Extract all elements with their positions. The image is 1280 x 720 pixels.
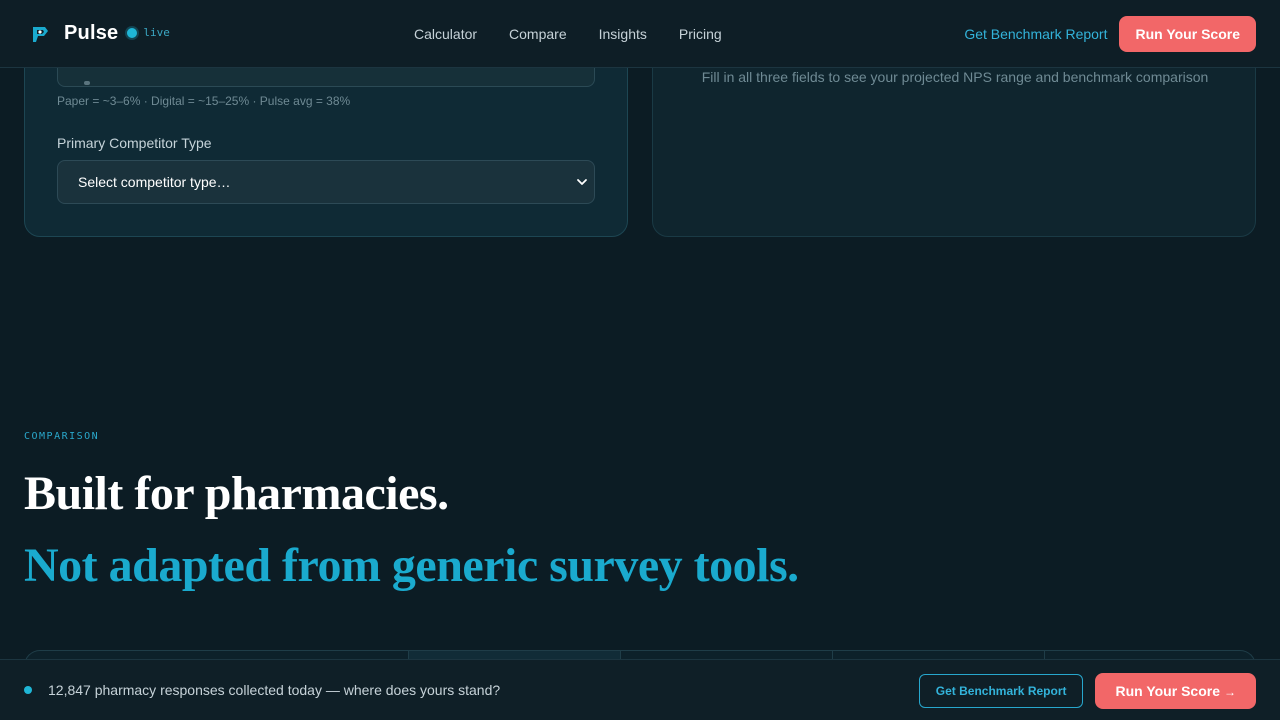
- response-rate-hint: Paper = ~3–6% · Digital = ~15–25% · Puls…: [57, 94, 351, 108]
- nav-calculator[interactable]: Calculator: [414, 26, 477, 42]
- competitor-type-select[interactable]: Select competitor type…: [57, 160, 595, 204]
- sticky-cta-bar: 12,847 pharmacy responses collected toda…: [0, 659, 1280, 720]
- chevron-down-icon: [576, 175, 588, 187]
- competitor-type-label: Primary Competitor Type: [57, 135, 212, 151]
- run-score-button[interactable]: Run Your Score: [1119, 16, 1256, 52]
- input-value-fragment: [84, 81, 90, 85]
- nav-insights[interactable]: Insights: [599, 26, 647, 42]
- section-subheadline: Not adapted from generic survey tools.: [24, 539, 799, 592]
- site-header: Pulse live Calculator Compare Insights P…: [0, 0, 1280, 68]
- section-headline: Built for pharmacies.: [24, 467, 449, 520]
- main-nav: Calculator Compare Insights Pricing: [414, 0, 722, 68]
- competitor-type-value: Select competitor type…: [78, 174, 231, 190]
- pulse-logo-icon: [30, 24, 50, 44]
- responses-counter-text: 12,847 pharmacy responses collected toda…: [48, 682, 501, 698]
- bar-actions: Get Benchmark Report Run Your Score →: [918, 673, 1256, 709]
- live-dot-icon: [127, 27, 138, 38]
- get-benchmark-report-button[interactable]: Get Benchmark Report: [918, 674, 1084, 708]
- brand[interactable]: Pulse live: [30, 22, 170, 45]
- nav-pricing[interactable]: Pricing: [679, 26, 722, 42]
- brand-name: Pulse: [64, 22, 119, 44]
- section-eyebrow: COMPARISON: [24, 431, 100, 442]
- live-label: live: [143, 26, 170, 39]
- run-your-score-label: Run Your Score: [1115, 683, 1220, 699]
- arrow-right-icon: →: [1224, 685, 1236, 699]
- benchmark-report-link[interactable]: Get Benchmark Report: [964, 26, 1107, 42]
- run-your-score-button[interactable]: Run Your Score →: [1095, 673, 1256, 709]
- live-badge: live: [127, 26, 170, 39]
- nav-compare[interactable]: Compare: [509, 26, 567, 42]
- status-dot-icon: [24, 686, 32, 694]
- header-actions: Get Benchmark Report Run Your Score: [964, 16, 1256, 52]
- result-placeholder-text: Fill in all three fields to see your pro…: [701, 69, 1209, 85]
